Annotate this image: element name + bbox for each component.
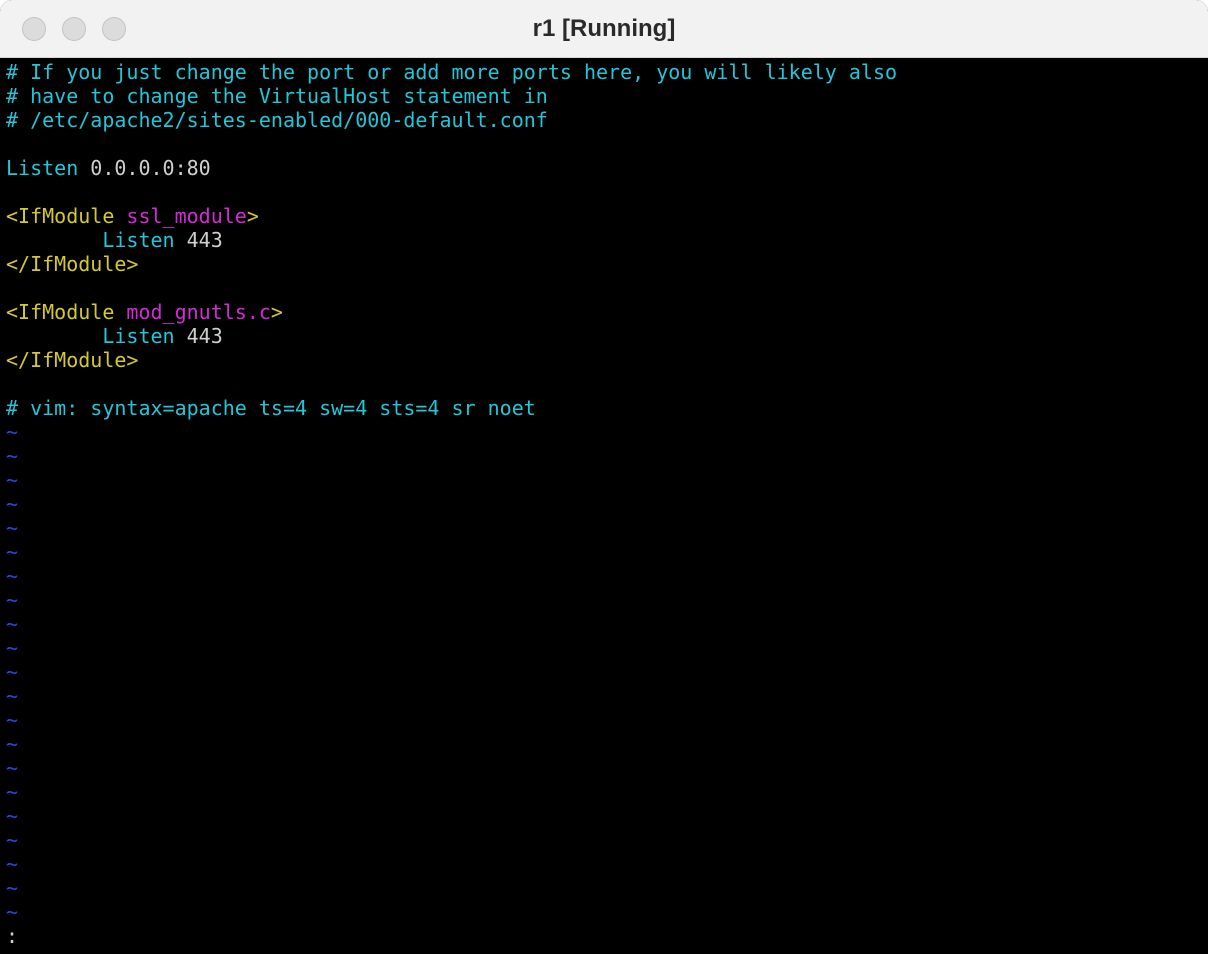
empty-line-tilde: ~ — [6, 420, 19, 444]
comment-line: # /etc/apache2/sites-enabled/000-default… — [6, 108, 548, 132]
empty-line-tilde: ~ — [6, 708, 19, 732]
empty-line-tilde: ~ — [6, 660, 19, 684]
module-name: ssl_module — [126, 204, 247, 228]
listen-keyword: Listen — [102, 324, 175, 348]
ifmodule-open-tag: <IfModule — [6, 300, 115, 324]
empty-line-tilde: ~ — [6, 564, 19, 588]
ifmodule-close-tag: </IfModule> — [6, 348, 139, 372]
modeline-comment: # vim: syntax=apache ts=4 sw=4 sts=4 sr … — [6, 396, 536, 420]
ifmodule-open-line: <IfModule mod_gnutls.c> — [6, 300, 283, 324]
listen-keyword: Listen — [102, 228, 175, 252]
empty-line-tilde: ~ — [6, 684, 19, 708]
empty-line-tilde: ~ — [6, 780, 19, 804]
module-name: mod_gnutls.c — [126, 300, 271, 324]
vm-window: r1 [Running] # If you just change the po… — [0, 0, 1208, 954]
empty-line-tilde: ~ — [6, 804, 19, 828]
listen-value: 443 — [174, 324, 223, 348]
command-line[interactable]: : — [6, 924, 18, 948]
empty-line-tilde: ~ — [6, 516, 19, 540]
empty-line-tilde: ~ — [6, 636, 19, 660]
listen-keyword: Listen — [6, 156, 79, 180]
empty-line-tilde: ~ — [6, 612, 19, 636]
empty-line-tilde: ~ — [6, 492, 19, 516]
listen-value: 443 — [174, 228, 223, 252]
window-title: r1 [Running] — [532, 15, 676, 42]
listen-line: Listen 443 — [6, 324, 223, 348]
empty-line-tilde: ~ — [6, 876, 19, 900]
title-bar[interactable]: r1 [Running] — [0, 0, 1208, 58]
empty-line-tilde: ~ — [6, 852, 19, 876]
empty-line-tilde: ~ — [6, 900, 19, 924]
empty-line-tilde: ~ — [6, 828, 19, 852]
empty-line-tilde: ~ — [6, 468, 19, 492]
listen-value: 0.0.0.0:80 — [78, 156, 211, 180]
ifmodule-open-line: <IfModule ssl_module> — [6, 204, 259, 228]
empty-line-tilde: ~ — [6, 732, 19, 756]
listen-line: Listen 0.0.0.0:80 — [6, 156, 211, 180]
terminal-screen[interactable]: # If you just change the port or add mor… — [0, 58, 1208, 954]
empty-line-tilde: ~ — [6, 756, 19, 780]
empty-line-tilde: ~ — [6, 540, 19, 564]
empty-line-tilde: ~ — [6, 588, 19, 612]
ifmodule-open-tag: <IfModule — [6, 204, 115, 228]
comment-line: # If you just change the port or add mor… — [6, 60, 898, 84]
comment-line: # have to change the VirtualHost stateme… — [6, 84, 548, 108]
empty-line-tilde: ~ — [6, 444, 19, 468]
ifmodule-close-tag: </IfModule> — [6, 252, 139, 276]
listen-line: Listen 443 — [6, 228, 223, 252]
